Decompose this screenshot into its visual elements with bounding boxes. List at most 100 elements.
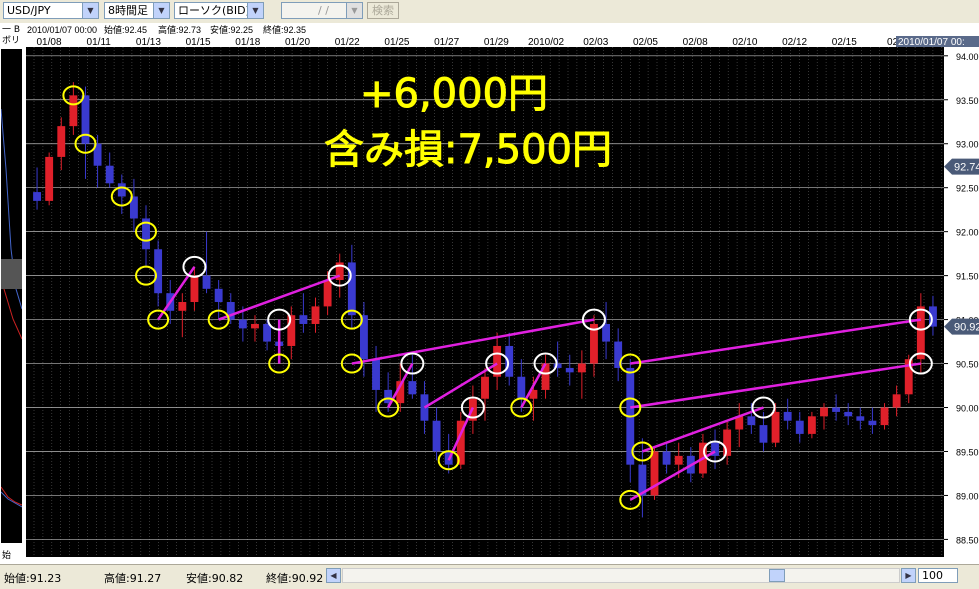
chevron-down-icon[interactable]: ▼ bbox=[82, 3, 98, 18]
candle-body bbox=[747, 416, 756, 426]
candle-body bbox=[432, 420, 441, 452]
candle-body bbox=[662, 451, 671, 465]
candle-body bbox=[372, 359, 380, 390]
chevron-left-icon: ◀ bbox=[330, 571, 337, 580]
candle-body bbox=[795, 420, 804, 434]
candle-body bbox=[517, 376, 526, 399]
indicator-mini-chart bbox=[0, 49, 23, 447]
annotation-loss: 含み損:7,500円 bbox=[324, 127, 612, 173]
search-button[interactable]: 検索 bbox=[367, 2, 399, 19]
candle-body bbox=[880, 407, 889, 426]
symbol-label: USD/JPY bbox=[7, 4, 51, 17]
indicator-label-top: 一 B bbox=[2, 25, 21, 35]
date-input-text: / / bbox=[318, 4, 329, 17]
scroll-right-button[interactable]: ▶ bbox=[901, 568, 916, 583]
x-tick-label: 01/29 bbox=[484, 37, 509, 48]
interval-label: 8時間足 bbox=[108, 4, 148, 17]
candle-body bbox=[214, 288, 223, 302]
candle-body bbox=[916, 306, 925, 360]
x-tick-label: 01/20 bbox=[285, 37, 310, 48]
status-high: 高値:91.27 bbox=[104, 572, 162, 585]
x-tick-label: 02/15 bbox=[832, 37, 857, 48]
candle-body bbox=[190, 275, 199, 302]
zoom-value: 100 bbox=[922, 569, 943, 582]
scrollbar-thumb[interactable] bbox=[769, 569, 785, 582]
candle-body bbox=[807, 416, 816, 434]
scroll-left-button[interactable]: ◀ bbox=[326, 568, 341, 583]
status-open: 始値:91.23 bbox=[4, 572, 62, 585]
candle-body bbox=[33, 192, 41, 201]
candle-body bbox=[844, 411, 853, 417]
chart-style-select[interactable]: ローソク(BID) ▼ bbox=[174, 2, 264, 19]
header-high: 高値:92.73 bbox=[158, 24, 201, 35]
status-bar: 始値:91.23 高値:91.27 安値:90.82 終値:90.92 ◀ ▶ … bbox=[0, 564, 979, 589]
candle-body bbox=[117, 183, 126, 197]
indicator-panel: 一 B ボリ MAC 始 bbox=[0, 23, 25, 564]
x-tick-label: 01/13 bbox=[136, 37, 161, 48]
x-tick-label: 2010/02 bbox=[528, 37, 565, 48]
price-chart[interactable]: 2010/01/07 00:00 始値:92.45 高値:92.73 安値:92… bbox=[24, 23, 979, 564]
candle-body bbox=[251, 323, 259, 329]
candle-body bbox=[69, 95, 78, 127]
scrollbar-track[interactable] bbox=[342, 568, 900, 583]
x-tick-label: 01/11 bbox=[87, 37, 112, 48]
x-tick-label: 02/05 bbox=[633, 37, 658, 48]
candle-body bbox=[577, 363, 586, 373]
candle-body bbox=[493, 345, 502, 377]
candle-body bbox=[868, 420, 877, 426]
macd-mini-chart bbox=[0, 447, 23, 543]
y-tick-label: 89.00 bbox=[956, 491, 979, 501]
y-tick-label: 93.50 bbox=[956, 96, 979, 106]
symbol-select[interactable]: USD/JPY ▼ bbox=[3, 2, 99, 19]
plot-area bbox=[26, 47, 944, 557]
chevron-down-icon[interactable]: ▼ bbox=[346, 3, 362, 18]
chevron-down-icon[interactable]: ▼ bbox=[247, 3, 263, 18]
x-tick-label: 01/22 bbox=[335, 37, 360, 48]
current-price-1: 92.74 bbox=[954, 162, 979, 174]
candle-body bbox=[759, 425, 768, 443]
candle-body bbox=[263, 323, 272, 342]
toolbar: USD/JPY ▼ 8時間足 ▼ ローソク(BID) ▼ / / ▼ 検索 bbox=[0, 0, 979, 24]
y-tick-label: 92.50 bbox=[956, 184, 979, 194]
candle-body bbox=[45, 156, 54, 201]
chevron-right-icon: ▶ bbox=[905, 571, 912, 580]
candle-body bbox=[57, 126, 66, 157]
header-low: 安値:92.25 bbox=[210, 24, 253, 35]
x-tick-label: 02/10 bbox=[732, 37, 757, 48]
x-tick-label: 02/12 bbox=[782, 37, 807, 48]
y-tick-label: 89.50 bbox=[956, 447, 979, 457]
candle-body bbox=[299, 315, 308, 324]
chart-style-label: ローソク(BID) bbox=[178, 4, 250, 17]
candle-body bbox=[723, 429, 732, 456]
candle-body bbox=[81, 95, 90, 144]
candle-body bbox=[105, 165, 114, 184]
candle-body bbox=[505, 345, 514, 377]
y-tick-label: 90.50 bbox=[956, 360, 979, 370]
candle-body bbox=[674, 455, 683, 465]
candle-body bbox=[771, 411, 780, 443]
indicator-mini-svg bbox=[0, 108, 23, 340]
x-tick-label: 01/15 bbox=[186, 37, 211, 48]
date-input[interactable]: / / ▼ bbox=[281, 2, 363, 19]
zoom-select[interactable]: 100 bbox=[918, 568, 958, 583]
x-tick-label: 02/03 bbox=[583, 37, 608, 48]
x-tick-label: 01/08 bbox=[36, 37, 61, 48]
candle-body bbox=[323, 280, 332, 307]
x-tick-label: 02/08 bbox=[683, 37, 708, 48]
candle-body bbox=[238, 319, 247, 329]
status-low: 安値:90.82 bbox=[186, 572, 244, 585]
candle-body bbox=[820, 407, 828, 417]
y-tick-label: 90.00 bbox=[956, 404, 979, 414]
status-close: 終値:90.92 bbox=[266, 572, 324, 585]
macd-label: MAC bbox=[2, 435, 23, 445]
candle-body bbox=[832, 407, 841, 412]
candle-body bbox=[783, 411, 792, 421]
search-button-label: 検索 bbox=[372, 4, 394, 17]
chevron-down-icon[interactable]: ▼ bbox=[153, 3, 169, 18]
candle-body bbox=[311, 306, 320, 324]
corner-date: 2010/01/07 00: bbox=[898, 37, 965, 48]
header-open: 始値:92.45 bbox=[104, 24, 147, 35]
candle-body bbox=[287, 315, 296, 346]
interval-select[interactable]: 8時間足 ▼ bbox=[104, 2, 170, 19]
current-price-2: 90.92 bbox=[954, 322, 979, 334]
